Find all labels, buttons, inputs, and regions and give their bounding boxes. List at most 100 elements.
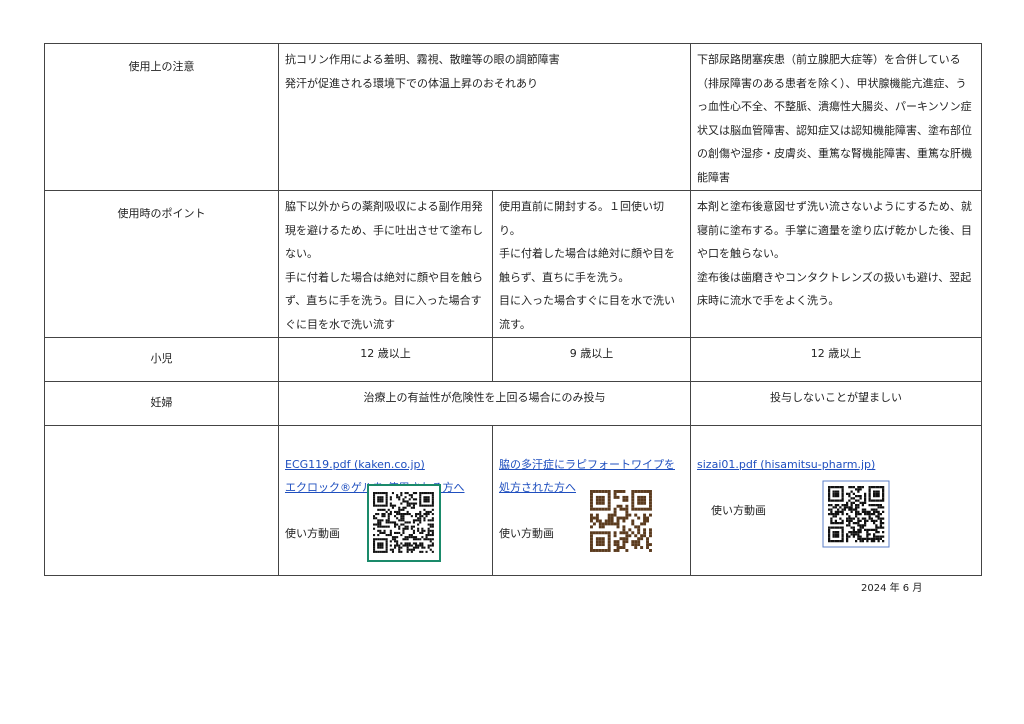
- qr-module: [406, 492, 409, 495]
- qr-module: [429, 510, 432, 513]
- qr-module: [389, 496, 392, 499]
- qr-module: [841, 535, 844, 538]
- qr-module: [383, 538, 386, 541]
- qr-module: [400, 550, 403, 553]
- qr-module: [423, 500, 426, 503]
- qr-module: [385, 540, 388, 543]
- qr-module: [385, 519, 388, 522]
- qr-module: [595, 495, 599, 499]
- qr-module: [389, 544, 392, 547]
- qr-module: [398, 548, 401, 551]
- qr-code-hisamitsu[interactable]: [822, 480, 890, 548]
- qr-module: [412, 498, 415, 501]
- qr-module: [841, 497, 844, 500]
- qr-module: [425, 492, 428, 495]
- qr-module: [841, 488, 844, 491]
- qr-module: [857, 506, 860, 509]
- qr-module: [613, 495, 617, 499]
- qr-module: [595, 498, 599, 502]
- qr-module: [379, 500, 382, 503]
- qr-module: [857, 537, 860, 540]
- qr-module: [622, 540, 626, 544]
- qr-module: [406, 527, 409, 530]
- qr-module: [402, 531, 405, 534]
- qr-module: [598, 519, 602, 523]
- qr-module: [431, 534, 434, 537]
- qr-module: [601, 522, 605, 526]
- qr-module: [846, 517, 849, 520]
- qr-module: [406, 544, 409, 547]
- qr-module: [837, 492, 840, 495]
- qr-module: [402, 500, 405, 503]
- rapifort-wipe-link[interactable]: 脇の多汗症にラピフォートワイプを処方された方へ: [499, 458, 675, 494]
- qr-module: [631, 498, 635, 502]
- qr-module: [404, 542, 407, 545]
- qr-module: [590, 490, 593, 493]
- qr-module: [864, 513, 867, 516]
- qr-module: [640, 522, 644, 526]
- qr-module: [431, 513, 434, 516]
- qr-module: [431, 496, 434, 499]
- qr-module: [415, 513, 418, 516]
- qr-module: [398, 546, 401, 549]
- qr-module: [391, 536, 394, 539]
- ecg119-pdf-link[interactable]: ECG119.pdf (kaken.co.jp): [285, 458, 425, 471]
- qr-module: [625, 510, 629, 514]
- qr-module: [841, 522, 844, 525]
- qr-module: [855, 522, 858, 525]
- qr-module: [646, 490, 649, 493]
- qr-module: [394, 536, 397, 539]
- qr-module: [868, 486, 871, 489]
- table-row-links: ECG119.pdf (kaken.co.jp) エクロック®ゲルを 使用される…: [44, 425, 983, 576]
- qr-module: [385, 542, 388, 545]
- qr-module: [429, 529, 432, 532]
- sizai01-pdf-link[interactable]: sizai01.pdf (hisamitsu-pharm.jp): [697, 458, 875, 471]
- qr-module: [425, 538, 428, 541]
- qr-module: [830, 508, 833, 511]
- qr-module: [379, 523, 382, 526]
- qr-module: [402, 538, 405, 541]
- qr-module: [616, 540, 620, 544]
- qr-module: [855, 513, 858, 516]
- qr-module: [373, 498, 376, 501]
- qr-module: [423, 496, 426, 499]
- qr-module: [643, 513, 647, 517]
- qr-module: [427, 498, 430, 501]
- qr-module: [423, 538, 426, 541]
- qr-code-rapifort[interactable]: [590, 490, 652, 552]
- qr-module: [852, 492, 856, 495]
- qr-module: [870, 504, 874, 507]
- qr-module: [423, 508, 426, 511]
- qr-module: [834, 490, 838, 493]
- qr-module: [834, 540, 838, 543]
- qr-module: [877, 486, 880, 489]
- qr-module: [383, 531, 386, 534]
- qr-module: [857, 513, 860, 516]
- qr-module: [613, 522, 617, 526]
- qr-module: [590, 495, 593, 499]
- qr-module: [373, 544, 376, 547]
- qr-module: [846, 519, 849, 522]
- pregnant-c-text: 投与しないことが望ましい: [770, 391, 903, 404]
- qr-module: [377, 492, 380, 495]
- qr-module: [590, 501, 593, 505]
- qr-module: [408, 542, 411, 545]
- qr-module: [839, 522, 842, 525]
- qr-module: [385, 494, 388, 497]
- qr-module: [877, 515, 880, 518]
- qr-module: [607, 507, 611, 511]
- qr-module: [383, 513, 386, 516]
- qr-module: [427, 546, 430, 549]
- qr-code-kaken[interactable]: [367, 484, 441, 562]
- qr-module: [873, 519, 876, 522]
- child-b-text: 9 歳以上: [569, 347, 614, 360]
- qr-module: [857, 522, 860, 525]
- qr-module: [631, 501, 635, 505]
- qr-module: [415, 519, 418, 522]
- qr-module: [406, 504, 409, 507]
- qr-module: [873, 510, 876, 513]
- qr-module: [607, 546, 611, 549]
- qr-module: [868, 504, 871, 507]
- qr-module: [875, 535, 878, 538]
- qr-module: [400, 542, 403, 545]
